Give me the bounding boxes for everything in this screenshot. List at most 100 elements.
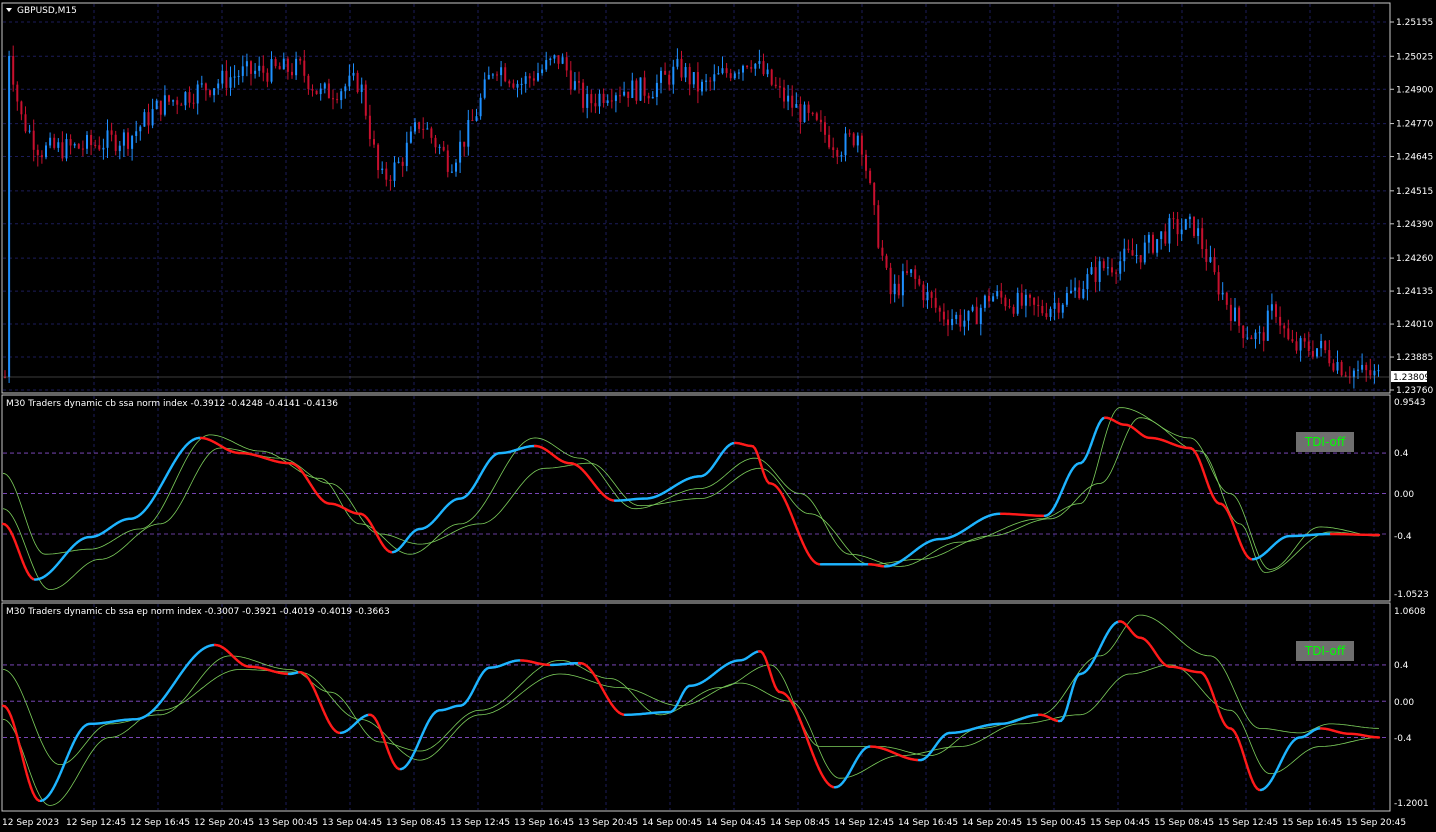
ind1-axis-l1: 0.4 — [1394, 449, 1409, 459]
candle-body — [1344, 375, 1347, 377]
candle-body — [824, 122, 826, 135]
candle-body — [582, 82, 585, 108]
candle-body — [664, 70, 667, 75]
candle-body — [8, 56, 11, 378]
candle-body — [840, 155, 843, 157]
time-tick-label: 14 Sep 00:45 — [642, 818, 702, 828]
price-tick-label: 1.25155 — [1396, 18, 1433, 28]
candle-body — [930, 292, 933, 298]
candle-body — [692, 72, 695, 85]
candle-body — [1180, 229, 1183, 235]
candle-body — [1168, 218, 1171, 244]
candle-body — [442, 146, 445, 151]
chart-canvas[interactable]: 1.25155 1.25025 1.24900 1.24770 1.24645 1.245… — [0, 0, 1436, 832]
candle-body — [364, 84, 367, 116]
candle-body — [122, 132, 125, 146]
candle-body — [1123, 248, 1126, 262]
candle-body — [701, 81, 703, 92]
candle-body — [221, 70, 224, 84]
candle-body — [475, 116, 478, 121]
candle-body — [877, 205, 880, 248]
candle-body — [504, 67, 507, 82]
candle-body — [1106, 267, 1109, 269]
candle-body — [81, 148, 84, 150]
candle-body — [1311, 350, 1314, 357]
candle-body — [684, 67, 687, 78]
candle-body — [323, 83, 326, 89]
candle-body — [647, 95, 650, 99]
candle-body — [401, 161, 404, 166]
candle-body — [910, 269, 913, 273]
candle-body — [676, 58, 679, 67]
candle-body — [1197, 228, 1200, 236]
candle-body — [1000, 290, 1003, 298]
candle-body — [229, 77, 232, 88]
indicator1-title: M30 Traders dynamic cb ssa norm index -0… — [6, 399, 338, 409]
candle-body — [848, 133, 851, 135]
tdi-off-button-1[interactable]: TDI-off — [1296, 432, 1354, 452]
candlesticks — [3, 45, 1389, 389]
candle-body — [746, 65, 749, 68]
price-tick-label: 1.24135 — [1396, 287, 1433, 297]
candle-body — [668, 74, 671, 85]
candle-body — [655, 82, 658, 97]
candle-body — [73, 144, 76, 146]
ind2-main-line-segment — [21, 758, 27, 769]
candle-body — [266, 72, 269, 82]
candle-body — [906, 271, 908, 273]
candle-body — [975, 306, 978, 325]
candle-body — [1365, 364, 1368, 371]
candle-body — [1156, 239, 1159, 253]
candle-body — [463, 141, 466, 147]
candle-body — [295, 58, 298, 76]
candle-body — [1246, 337, 1249, 339]
candle-body — [241, 66, 244, 76]
candle-body — [139, 126, 142, 132]
tdi-off-button-2[interactable]: TDI-off — [1296, 641, 1354, 661]
candle-body — [947, 319, 949, 326]
candle-body — [291, 71, 293, 76]
candle-body — [1070, 290, 1072, 293]
candle-body — [639, 77, 642, 101]
candle-body — [549, 58, 552, 61]
candle-body — [1279, 316, 1282, 326]
candle-body — [569, 70, 572, 90]
candle-body — [926, 292, 929, 301]
candle-body — [147, 112, 150, 126]
price-tick-label: 1.23760 — [1396, 386, 1433, 396]
candle-body — [61, 142, 64, 159]
time-tick-label: 15 Sep 00:45 — [1026, 818, 1086, 828]
candle-body — [610, 100, 613, 102]
candle-body — [418, 122, 421, 129]
candle-body — [1147, 234, 1150, 243]
candle-body — [24, 114, 27, 132]
candle-body — [53, 137, 56, 148]
candle-body — [1287, 328, 1290, 340]
candle-body — [168, 95, 170, 102]
candle-body — [1299, 338, 1302, 351]
candle-body — [1307, 341, 1310, 351]
candle-body — [557, 55, 560, 64]
candle-body — [1213, 257, 1216, 273]
candle-body — [163, 95, 166, 115]
candle-body — [832, 147, 835, 151]
candle-body — [717, 73, 720, 75]
candle-body — [86, 135, 88, 149]
candle-body — [1201, 228, 1204, 249]
dropdown-triangle-icon[interactable] — [6, 8, 12, 12]
candle-body — [1074, 287, 1077, 291]
candle-body — [1131, 250, 1134, 256]
candle-body — [1357, 369, 1359, 371]
candle-body — [1139, 255, 1142, 263]
price-tick-label: 1.24900 — [1396, 85, 1433, 95]
candle-body — [873, 182, 876, 206]
candle-body — [528, 76, 531, 79]
candle-body — [586, 94, 589, 108]
candle-body — [635, 80, 638, 101]
candle-body — [188, 92, 191, 103]
candle-body — [1295, 341, 1298, 351]
candle-body — [614, 95, 617, 102]
candle-body — [1328, 350, 1331, 364]
candle-body — [938, 307, 941, 312]
candle-body — [889, 267, 892, 295]
